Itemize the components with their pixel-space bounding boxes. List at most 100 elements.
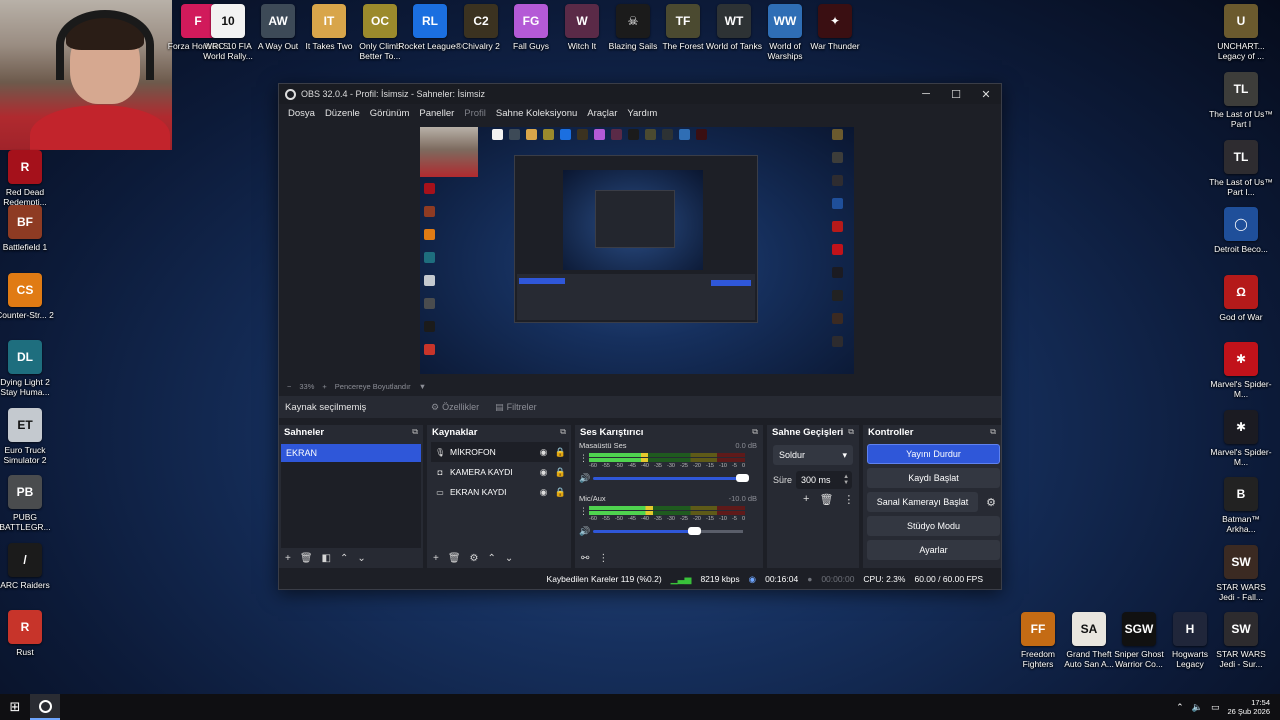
more-options-icon[interactable]: ⋮	[843, 493, 854, 506]
more-options-icon[interactable]: ⋮	[579, 506, 589, 516]
network-icon[interactable]: ▭	[1211, 702, 1220, 713]
desktop-icon[interactable]: H Hogwarts Legacy	[1158, 612, 1222, 669]
desktop-icon[interactable]: TL The Last of Us™ Part I	[1209, 72, 1273, 129]
obs-taskbar-button[interactable]	[30, 694, 60, 720]
source-item-mikrofon[interactable]: 🎙 MİKROFON ◉ 🔒	[431, 442, 569, 462]
desktop-icon[interactable]: SW STAR WARS Jedi - Fall...	[1209, 545, 1273, 602]
source-item-ekran-kaydi[interactable]: ▭ EKRAN KAYDI ◉ 🔒	[431, 482, 569, 502]
add-icon[interactable]: +	[433, 553, 439, 564]
trash-icon[interactable]: 🗑	[448, 553, 461, 564]
desktop-icon[interactable]: BF Battlefield 1	[0, 205, 57, 252]
chevron-up-icon[interactable]: ⌃	[340, 553, 348, 564]
eye-icon[interactable]: ◉	[535, 487, 552, 498]
zoom-level: 33%	[299, 381, 315, 391]
menu-yardim[interactable]: Yardım	[622, 108, 662, 119]
chevron-down-icon[interactable]: ▼	[419, 382, 426, 391]
undock-icon[interactable]: ⧉	[848, 427, 854, 437]
chevron-up-icon[interactable]: ⌃	[488, 553, 496, 564]
menu-profil[interactable]: Profil	[459, 108, 491, 119]
desktop-icon[interactable]: ◯ Detroit Beco...	[1209, 207, 1273, 254]
volume-slider-knob[interactable]	[688, 527, 701, 535]
desktop-icon[interactable]: CS Counter-Str... 2	[0, 273, 57, 320]
desktop-icon[interactable]: U UNCHART... Legacy of ...	[1209, 4, 1273, 61]
desktop-icon[interactable]: PB PUBG BATTLEGR...	[0, 475, 57, 532]
obs-titlebar[interactable]: OBS 32.0.4 - Profil: İsimsiz - Sahneler:…	[279, 84, 1001, 104]
spinner-icon[interactable]: ▲ ▼	[843, 474, 849, 486]
volume-slider-knob[interactable]	[736, 474, 749, 482]
eye-icon[interactable]: ◉	[535, 447, 552, 458]
menu-paneller[interactable]: Paneller	[414, 108, 459, 119]
transition-select[interactable]: Soldur ▾	[773, 445, 853, 465]
lock-icon[interactable]: 🔒	[552, 447, 569, 458]
maximize-icon[interactable]: ☐	[941, 88, 971, 101]
add-icon[interactable]: +	[285, 553, 291, 564]
source-item-kamera-kaydi[interactable]: ◘ KAMERA KAYDI ◉ 🔒	[431, 462, 569, 482]
settings-button[interactable]: Ayarlar	[867, 540, 1000, 560]
duration-input[interactable]: 300 ms ▲ ▼	[796, 471, 853, 489]
stop-streaming-button[interactable]: Yayını Durdur	[867, 444, 1000, 464]
desktop-icon[interactable]: ✱ Marvel's Spider-M...	[1209, 342, 1273, 399]
desktop-icon[interactable]: / ARC Raiders	[0, 543, 57, 590]
chevron-down-icon[interactable]: ⌄	[357, 553, 365, 564]
desktop-icon[interactable]: R Rust	[0, 610, 57, 657]
scale-tick: -50	[615, 516, 623, 522]
volume-slider[interactable]	[593, 527, 743, 535]
link-icon[interactable]: ⚯	[581, 553, 589, 564]
speaker-icon[interactable]: 🔊	[579, 473, 593, 484]
desktop-icon-label: UNCHART... Legacy of ...	[1217, 41, 1265, 61]
clock[interactable]: 17:54 26 Şub 2026	[1227, 698, 1270, 716]
lock-icon[interactable]: 🔒	[552, 467, 569, 478]
desktop-icon[interactable]: B Batman™ Arkha...	[1209, 477, 1273, 534]
preview-icon	[424, 298, 435, 309]
more-options-icon[interactable]: ⋮	[598, 553, 608, 564]
speaker-icon[interactable]: 🔈	[1192, 702, 1203, 713]
desktop-icon[interactable]: ✦ War Thunder	[803, 4, 867, 51]
undock-icon[interactable]: ⧉	[560, 427, 566, 437]
windows-start-icon[interactable]: ⊞	[0, 699, 30, 715]
desktop-icon[interactable]: ET Euro Truck Simulator 2	[0, 408, 57, 465]
desktop-icon-label: Fall Guys	[513, 41, 549, 51]
status-bar: Kaybedilen Kareler 119 (%0.2) ▁▃▅ 8219 k…	[279, 569, 1001, 589]
start-virtual-camera-button[interactable]: Sanal Kamerayı Başlat	[867, 492, 978, 512]
gear-icon[interactable]: ⚙	[982, 492, 1000, 512]
desktop-icon[interactable]: DL Dying Light 2 Stay Huma...	[0, 340, 57, 397]
desktop-icon[interactable]: Ω God of War	[1209, 275, 1273, 322]
desktop-icon[interactable]: TL The Last of Us™ Part I...	[1209, 140, 1273, 197]
zoom-out-button[interactable]: −	[287, 382, 291, 391]
resize-to-window[interactable]: Pencereye Boyutlandır	[335, 382, 411, 391]
scene-item-ekran[interactable]: EKRAN	[281, 444, 421, 462]
minimize-icon[interactable]: ─	[911, 88, 941, 100]
lock-icon[interactable]: 🔒	[552, 487, 569, 498]
eye-icon[interactable]: ◉	[535, 467, 552, 478]
meter-right	[589, 511, 745, 515]
close-icon[interactable]: ✕	[971, 88, 1001, 101]
speaker-icon[interactable]: 🔊	[579, 526, 593, 537]
chevron-up-icon[interactable]: ⌃	[1176, 702, 1184, 713]
gear-icon[interactable]: ⚙	[470, 553, 479, 564]
undock-icon[interactable]: ⧉	[412, 427, 418, 437]
app-icon: H	[1173, 612, 1207, 646]
trash-icon[interactable]: 🗑	[300, 553, 313, 564]
filter-icon[interactable]: ◧	[322, 553, 331, 564]
studio-mode-button[interactable]: Stüdyo Modu	[867, 516, 1000, 536]
desktop-icon[interactable]: ✱ Marvel's Spider-M...	[1209, 410, 1273, 467]
menu-dosya[interactable]: Dosya	[283, 108, 320, 119]
undock-icon[interactable]: ⧉	[990, 427, 996, 437]
more-options-icon[interactable]: ⋮	[579, 453, 589, 463]
add-icon[interactable]: +	[803, 493, 809, 506]
chevron-down-icon[interactable]: ⌄	[505, 553, 513, 564]
zoom-in-button[interactable]: +	[322, 382, 326, 391]
menu-sahne-koleksiyonu[interactable]: Sahne Koleksiyonu	[491, 108, 582, 119]
trash-icon[interactable]: 🗑	[819, 493, 833, 506]
start-recording-button[interactable]: Kaydı Başlat	[867, 468, 1000, 488]
source-toolbar: Kaynak seçilmemiş ⚙ Özellikler ▤ Filtrel…	[279, 396, 1001, 418]
filters-button[interactable]: ▤ Filtreler	[489, 399, 543, 416]
undock-icon[interactable]: ⧉	[752, 427, 758, 437]
menu-duzenle[interactable]: Düzenle	[320, 108, 365, 119]
menu-araclar[interactable]: Araçlar	[582, 108, 622, 119]
program-preview[interactable]	[420, 127, 854, 374]
volume-slider[interactable]	[593, 474, 749, 482]
menu-gorunum[interactable]: Görünüm	[365, 108, 415, 119]
desktop-icon[interactable]: R Red Dead Redempti...	[0, 150, 57, 207]
properties-button[interactable]: ⚙ Özellikler	[425, 399, 485, 416]
